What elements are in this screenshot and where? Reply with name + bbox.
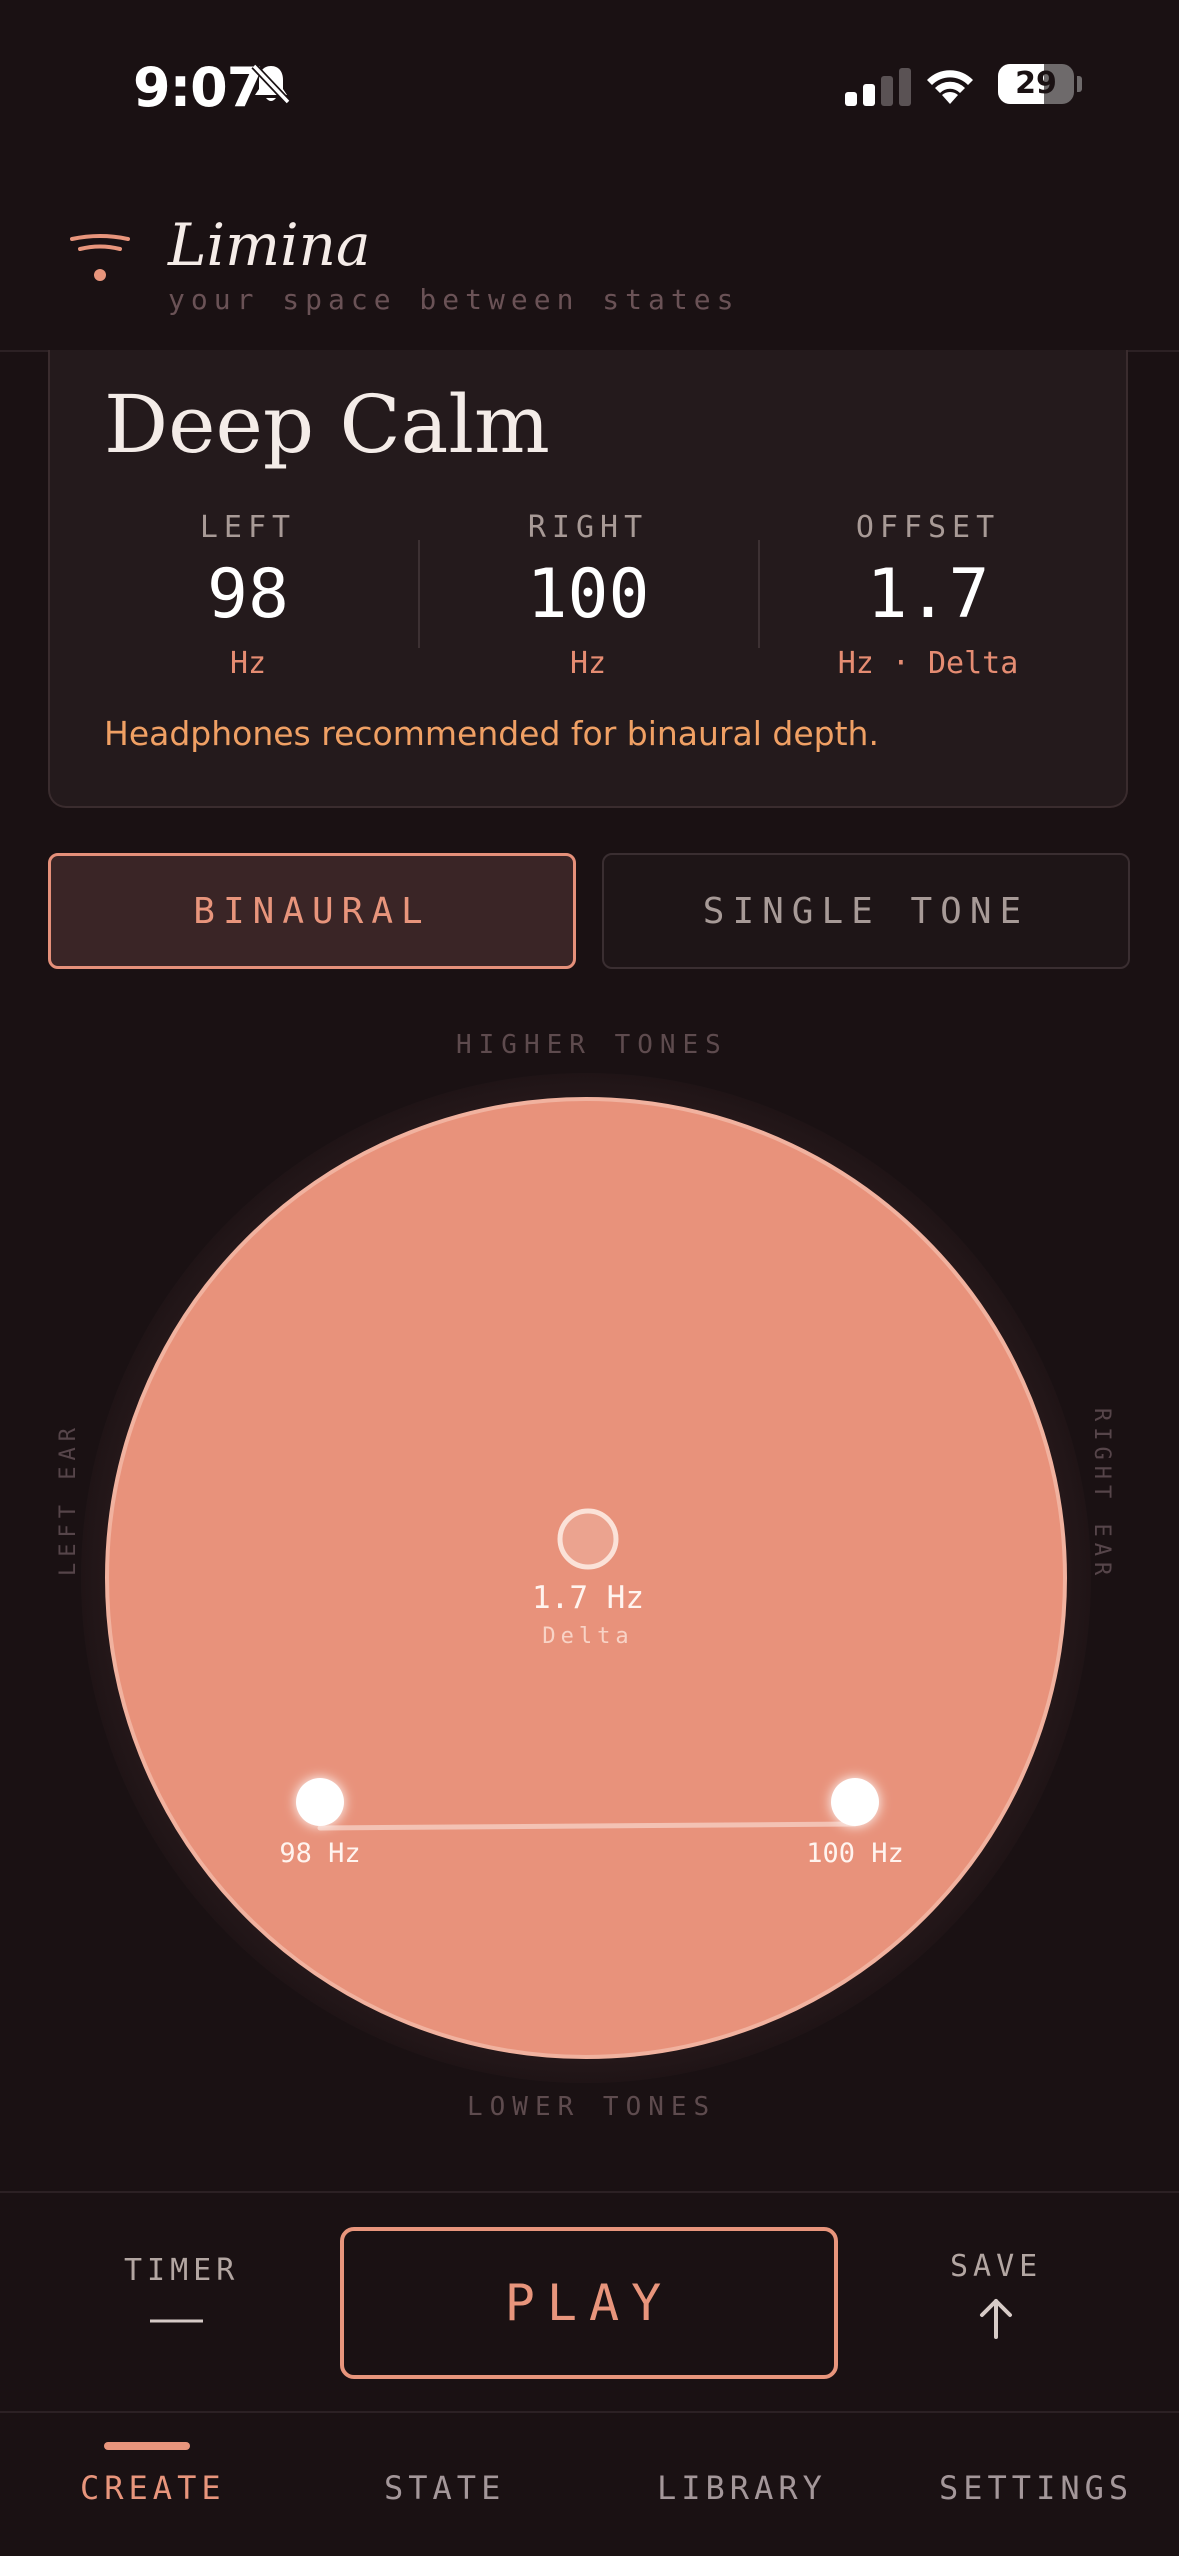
headphones-note: Headphones recommended for binaural dept… (104, 714, 879, 753)
nav-library[interactable]: LIBRARY (657, 2469, 827, 2507)
center-ring (557, 1508, 619, 1570)
binaural-mode-button[interactable]: BINAURAL (48, 853, 576, 969)
arrow-up-icon[interactable] (978, 2297, 1014, 2339)
wifi-icon (927, 70, 973, 104)
center-frequency-value: 1.7 Hz (532, 1580, 644, 1616)
battery-cap (1077, 76, 1082, 92)
battery-level: 29 (1015, 66, 1057, 101)
preset-title: Deep Calm (104, 378, 550, 471)
app-header: Limina your space between states (0, 175, 1179, 352)
battery-icon: 29 (998, 64, 1074, 104)
app-tagline: your space between states (168, 283, 740, 316)
timer-label[interactable]: TIMER (124, 2253, 239, 2288)
single-tone-mode-button[interactable]: SINGLE TONE (602, 853, 1130, 969)
right-value: 100 (526, 555, 650, 634)
left-label: LEFT (199, 510, 297, 545)
left-value: 98 (207, 555, 289, 634)
left-frequency-knob[interactable] (296, 1778, 344, 1826)
nav-settings[interactable]: SETTINGS (939, 2469, 1133, 2507)
status-time: 9:07 (133, 56, 264, 119)
left-marker-label: 98 Hz (279, 1838, 360, 1869)
status-bar: 9:07 29 (0, 0, 1179, 175)
nav-state[interactable]: STATE (384, 2469, 505, 2507)
bottom-nav: CREATE STATE LIBRARY SETTINGS (0, 2411, 1179, 2556)
playback-controls: TIMER —— PLAY SAVE (0, 2191, 1179, 2413)
higher-tones-label: HIGHER TONES (456, 1030, 728, 1060)
offset-frequency: OFFSET 1.7 Hz · Delta (788, 510, 1068, 681)
divider (758, 540, 760, 648)
right-unit: Hz (569, 646, 607, 681)
play-button[interactable]: PLAY (340, 2227, 838, 2379)
nav-active-indicator (104, 2442, 190, 2450)
lower-tones-label: LOWER TONES (467, 2092, 717, 2122)
offset-value: 1.7 (866, 555, 990, 634)
right-marker-label: 100 Hz (806, 1838, 904, 1869)
cellular-signal-icon (845, 68, 911, 106)
nav-create[interactable]: CREATE (80, 2469, 226, 2507)
offset-label: OFFSET (855, 510, 1001, 545)
save-label[interactable]: SAVE (950, 2249, 1042, 2284)
divider (418, 540, 420, 648)
left-unit: Hz (229, 646, 267, 681)
right-frequency: RIGHT 100 Hz (448, 510, 728, 681)
right-label: RIGHT (527, 510, 649, 545)
left-frequency: LEFT 98 Hz (108, 510, 388, 681)
right-frequency-knob[interactable] (831, 1778, 879, 1826)
logo-icon (70, 234, 130, 281)
offset-unit: Hz · Delta (837, 646, 1019, 681)
dial-disc (105, 1097, 1067, 2059)
frequency-dial[interactable]: 1.7 Hz Delta 98 Hz 100 Hz (0, 1070, 1179, 2090)
bell-slash-icon (251, 63, 291, 105)
center-band-label: Delta (542, 1624, 633, 1649)
app-name: Limina (168, 211, 371, 279)
timer-value[interactable]: —— (150, 2293, 203, 2344)
